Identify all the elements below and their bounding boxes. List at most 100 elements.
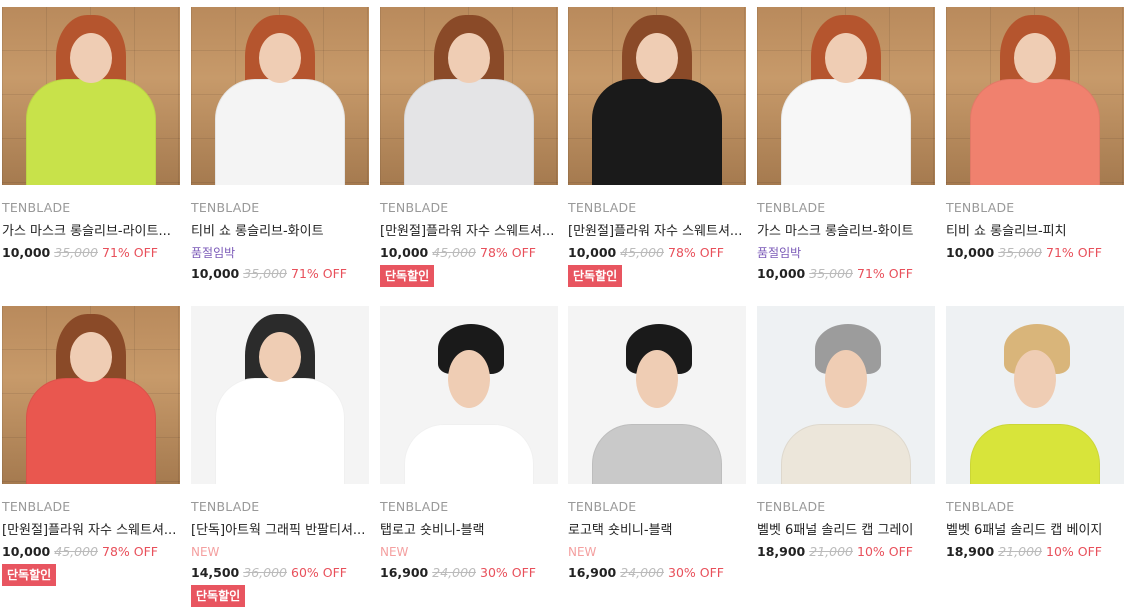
- model-face: [448, 33, 490, 83]
- garment-shape: [592, 79, 722, 185]
- product-brand[interactable]: TENBLADE: [380, 200, 558, 216]
- price-line: 10,000 45,000 78% OFF: [2, 543, 180, 560]
- product-name[interactable]: [만원절]플라워 자수 스웨트셔...: [568, 223, 746, 240]
- discount-rate: 60% OFF: [291, 565, 347, 580]
- garment-shape: [26, 378, 156, 484]
- product-image[interactable]: [568, 306, 746, 484]
- product-name[interactable]: 가스 마스크 롱슬리브-화이트: [757, 223, 935, 240]
- product-image[interactable]: [757, 7, 935, 185]
- product-grid: TENBLADE 가스 마스크 롱슬리브-라이트... 10,000 35,000 71…: [0, 0, 1128, 616]
- original-price: 21,000: [809, 544, 853, 559]
- new-label: NEW: [191, 545, 220, 559]
- product-name[interactable]: 가스 마스크 롱슬리브-라이트...: [2, 223, 180, 240]
- model-face: [1014, 33, 1056, 83]
- product-name[interactable]: 티비 쇼 롱슬리브-피치: [946, 223, 1124, 240]
- sale-price: 16,900: [380, 565, 429, 580]
- product-name[interactable]: [만원절]플라워 자수 스웨트셔...: [380, 223, 558, 240]
- sale-price: 16,900: [568, 565, 617, 580]
- new-label: NEW: [568, 545, 597, 559]
- exclusive-discount-badge: 단독할인: [191, 585, 246, 607]
- product-brand[interactable]: TENBLADE: [757, 200, 935, 216]
- product-card[interactable]: TENBLADE 로고택 숏비니-블랙 NEW 16,900 24,000 30% OFF: [568, 306, 746, 581]
- model-face: [825, 350, 867, 408]
- product-image[interactable]: [946, 7, 1124, 185]
- product-image[interactable]: [191, 306, 369, 484]
- product-brand[interactable]: TENBLADE: [380, 499, 558, 515]
- product-name[interactable]: 로고택 숏비니-블랙: [568, 522, 746, 539]
- model-face: [636, 33, 678, 83]
- product-brand[interactable]: TENBLADE: [946, 200, 1124, 216]
- exclusive-discount-badge: 단독할인: [568, 265, 623, 287]
- product-card[interactable]: TENBLADE [만원절]플라워 자수 스웨트셔... 10,000 45,000 7…: [2, 306, 180, 586]
- garment-shape: [781, 424, 911, 484]
- product-name[interactable]: 벨벳 6패널 솔리드 캡 그레이: [757, 522, 935, 539]
- price-line: 10,000 35,000 71% OFF: [2, 244, 180, 261]
- original-price: 35,000: [998, 245, 1042, 260]
- discount-rate: 78% OFF: [102, 544, 158, 559]
- product-image[interactable]: [191, 7, 369, 185]
- product-name[interactable]: 탭로고 숏비니-블랙: [380, 522, 558, 539]
- discount-rate: 10% OFF: [1046, 544, 1102, 559]
- product-image[interactable]: [380, 306, 558, 484]
- price-line: 16,900 24,000 30% OFF: [380, 564, 558, 581]
- model-face: [1014, 350, 1056, 408]
- product-card[interactable]: TENBLADE 티비 쇼 롱슬리브-피치 10,000 35,000 71% OFF: [946, 7, 1124, 261]
- exclusive-discount-badge: 단독할인: [2, 564, 57, 586]
- product-name[interactable]: [단독]아트웍 그래픽 반팔티셔...: [191, 522, 369, 539]
- product-name[interactable]: [만원절]플라워 자수 스웨트셔...: [2, 522, 180, 539]
- soldout-soon-label: 품절임박: [757, 246, 802, 260]
- product-image[interactable]: [946, 306, 1124, 484]
- product-image[interactable]: [2, 306, 180, 484]
- product-brand[interactable]: TENBLADE: [2, 499, 180, 515]
- product-brand[interactable]: TENBLADE: [191, 200, 369, 216]
- product-brand[interactable]: TENBLADE: [2, 200, 180, 216]
- discount-rate: 71% OFF: [857, 266, 913, 281]
- product-brand[interactable]: TENBLADE: [568, 499, 746, 515]
- original-price: 35,000: [809, 266, 853, 281]
- product-card[interactable]: TENBLADE 벨벳 6패널 솔리드 캡 그레이 18,900 21,000 10% …: [757, 306, 935, 560]
- garment-shape: [404, 79, 534, 185]
- price-line: 18,900 21,000 10% OFF: [946, 543, 1124, 560]
- sale-price: 10,000: [568, 245, 617, 260]
- product-image[interactable]: [568, 7, 746, 185]
- product-brand[interactable]: TENBLADE: [757, 499, 935, 515]
- product-card[interactable]: TENBLADE 티비 쇼 롱슬리브-화이트품절임박 10,000 35,000 71%…: [191, 7, 369, 282]
- product-brand[interactable]: TENBLADE: [568, 200, 746, 216]
- price-line: 10,000 35,000 71% OFF: [191, 265, 369, 282]
- product-brand[interactable]: TENBLADE: [191, 499, 369, 515]
- sale-price: 10,000: [2, 245, 51, 260]
- price-line: 10,000 45,000 78% OFF: [568, 244, 746, 261]
- model-face: [259, 332, 301, 382]
- garment-shape: [215, 79, 345, 185]
- product-name[interactable]: 벨벳 6패널 솔리드 캡 베이지: [946, 522, 1124, 539]
- soldout-soon-label: 품절임박: [191, 246, 236, 260]
- product-image[interactable]: [2, 7, 180, 185]
- discount-rate: 71% OFF: [291, 266, 347, 281]
- product-card[interactable]: TENBLADE [단독]아트웍 그래픽 반팔티셔... NEW 14,500 36,0…: [191, 306, 369, 607]
- product-card[interactable]: TENBLADE 벨벳 6패널 솔리드 캡 베이지 18,900 21,000 10% …: [946, 306, 1124, 560]
- price-line: 18,900 21,000 10% OFF: [757, 543, 935, 560]
- model-face: [70, 33, 112, 83]
- product-card[interactable]: TENBLADE 가스 마스크 롱슬리브-라이트... 10,000 35,000 71…: [2, 7, 180, 261]
- original-price: 24,000: [620, 565, 664, 580]
- garment-shape: [26, 79, 156, 185]
- discount-rate: 71% OFF: [1046, 245, 1102, 260]
- product-card[interactable]: TENBLADE [만원절]플라워 자수 스웨트셔... 10,000 45,000 7…: [380, 7, 558, 287]
- product-card[interactable]: TENBLADE 가스 마스크 롱슬리브-화이트품절임박 10,000 35,000 7…: [757, 7, 935, 282]
- product-name[interactable]: 티비 쇼 롱슬리브-화이트: [191, 223, 369, 240]
- sale-price: 10,000: [757, 266, 806, 281]
- original-price: 24,000: [432, 565, 476, 580]
- product-card[interactable]: TENBLADE [만원절]플라워 자수 스웨트셔... 10,000 45,000 7…: [568, 7, 746, 287]
- price-line: 10,000 45,000 78% OFF: [380, 244, 558, 261]
- product-card[interactable]: TENBLADE 탭로고 숏비니-블랙 NEW 16,900 24,000 30% OFF: [380, 306, 558, 581]
- price-line: 16,900 24,000 30% OFF: [568, 564, 746, 581]
- discount-rate: 10% OFF: [857, 544, 913, 559]
- sale-price: 18,900: [757, 544, 806, 559]
- discount-rate: 30% OFF: [480, 565, 536, 580]
- product-image[interactable]: [380, 7, 558, 185]
- original-price: 36,000: [243, 565, 287, 580]
- discount-rate: 71% OFF: [102, 245, 158, 260]
- model-face: [636, 350, 678, 408]
- product-image[interactable]: [757, 306, 935, 484]
- product-brand[interactable]: TENBLADE: [946, 499, 1124, 515]
